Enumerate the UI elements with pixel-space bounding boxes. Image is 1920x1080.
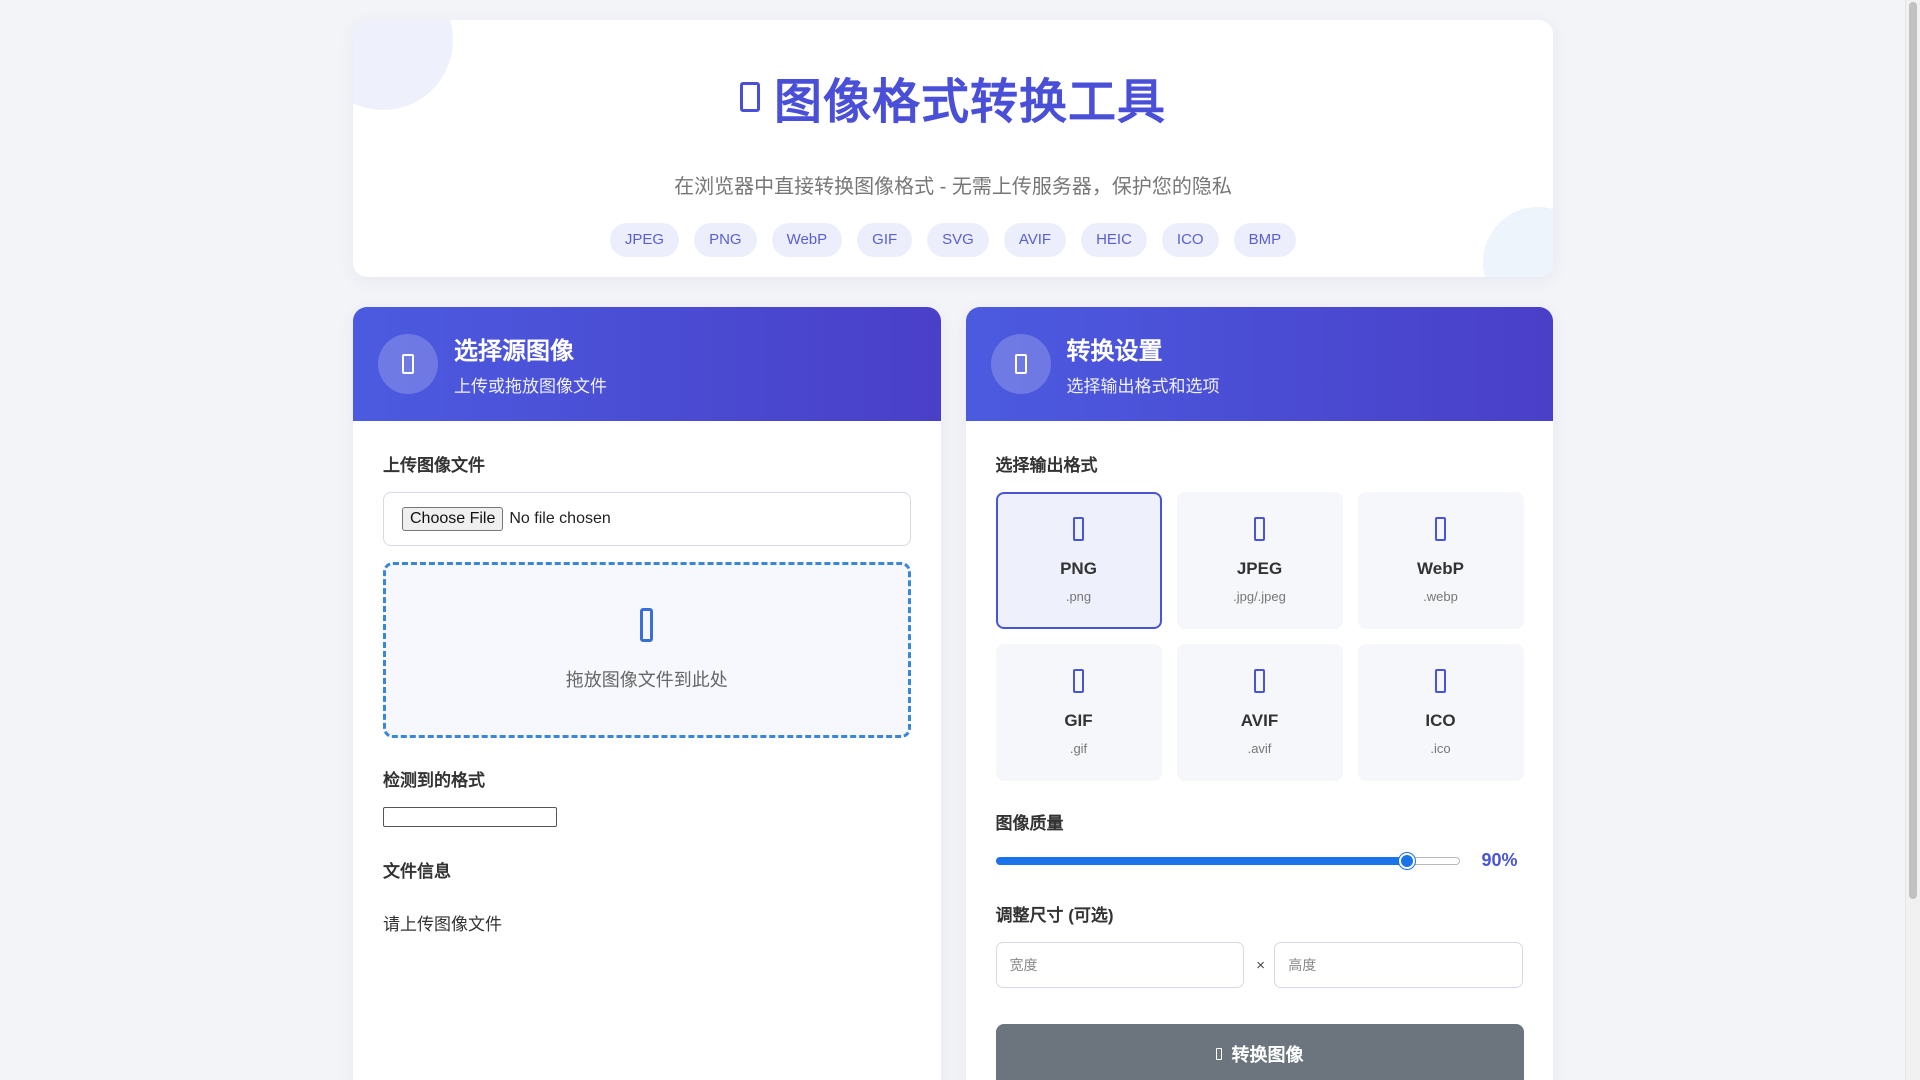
format-extension: .ico: [1430, 741, 1451, 756]
settings-icon: [990, 334, 1051, 394]
file-input[interactable]: Choose File No file chosen: [383, 492, 911, 546]
detected-format-value: [383, 807, 557, 827]
file-image-icon: [1254, 669, 1265, 693]
source-panel-title: 选择源图像: [454, 338, 574, 365]
format-badge-jpeg: JPEG: [609, 223, 680, 257]
settings-panel-header: 转换设置 选择输出格式和选项: [965, 307, 1553, 421]
format-badge-ico: ICO: [1161, 223, 1219, 257]
format-extension: .avif: [1247, 741, 1272, 756]
panels: 选择源图像 上传或拖放图像文件 上传图像文件 Choose File No fi…: [353, 307, 1553, 1080]
file-image-icon: [1254, 517, 1265, 541]
format-name: JPEG: [1236, 559, 1283, 578]
quality-label: 图像质量: [995, 814, 1064, 833]
app-container: 图像格式转换工具 在浏览器中直接转换图像格式 - 无需上传服务器，保护您的隐私 …: [353, 20, 1553, 1080]
title-row: 图像格式转换工具: [353, 62, 1553, 132]
format-badge-png: PNG: [694, 223, 757, 257]
file-image-icon: [1435, 669, 1446, 693]
settings-glyph: [1014, 354, 1027, 374]
quality-slider[interactable]: [995, 852, 1460, 869]
resize-label: 调整尺寸 (可选): [995, 906, 1114, 925]
format-option-jpeg[interactable]: JPEG .jpg/.jpeg: [1176, 492, 1343, 629]
settings-panel-subtitle: 选择输出格式和选项: [1066, 377, 1220, 396]
source-panel-header: 选择源图像 上传或拖放图像文件: [353, 307, 941, 421]
width-input[interactable]: [995, 942, 1245, 988]
format-option-avif[interactable]: AVIF .avif: [1176, 644, 1343, 781]
upload-label: 上传图像文件: [383, 456, 485, 475]
scrollbar-thumb[interactable]: [1909, 2, 1917, 899]
format-badge-heic: HEIC: [1081, 223, 1147, 257]
page-scrollbar[interactable]: [1905, 0, 1920, 1080]
source-panel-body: 上传图像文件 Choose File No file chosen 拖放图像文件…: [353, 421, 941, 935]
format-extension: .png: [1065, 589, 1092, 604]
quality-row: 90%: [995, 850, 1524, 871]
format-extension: .jpg/.jpeg: [1233, 589, 1286, 604]
page-subtitle: 在浏览器中直接转换图像格式 - 无需上传服务器，保护您的隐私: [674, 176, 1232, 198]
format-badge-svg: SVG: [927, 223, 989, 257]
format-badge-gif: GIF: [857, 223, 913, 257]
detected-format-label: 检测到的格式: [383, 771, 485, 790]
resize-row: ×: [995, 942, 1523, 988]
upload-icon: [378, 334, 438, 394]
format-badge-avif: AVIF: [1003, 223, 1067, 257]
sync-icon: [1215, 1048, 1222, 1060]
quality-value: 90%: [1481, 850, 1518, 870]
times-symbol: ×: [1256, 956, 1266, 974]
source-panel: 选择源图像 上传或拖放图像文件 上传图像文件 Choose File No fi…: [353, 307, 941, 1080]
file-image-icon: [1073, 669, 1084, 693]
image-icon: [739, 82, 760, 112]
format-name: GIF: [1064, 711, 1093, 730]
format-name: PNG: [1060, 559, 1097, 578]
file-info-label: 文件信息: [383, 862, 451, 881]
format-option-ico[interactable]: ICO .ico: [1357, 644, 1524, 781]
settings-panel-body: 选择输出格式 PNG .png JPEG .jpg/.jpeg WebP .we…: [966, 421, 1554, 1080]
supported-formats-badges: JPEG PNG WebP GIF SVG AVIF HEIC ICO BMP: [353, 223, 1553, 257]
drop-zone-text: 拖放图像文件到此处: [565, 670, 728, 690]
convert-button-label: 转换图像: [1231, 1045, 1304, 1065]
page-title: 图像格式转换工具: [773, 76, 1166, 129]
no-file-text: No file chosen: [509, 510, 611, 527]
cloud-upload-icon: [640, 608, 654, 642]
source-panel-subtitle: 上传或拖放图像文件: [454, 377, 607, 396]
format-name: AVIF: [1240, 711, 1279, 730]
settings-panel: 转换设置 选择输出格式和选项 选择输出格式 PNG .png JPEG .jpg…: [965, 307, 1554, 1080]
upload-glyph: [402, 354, 414, 374]
format-extension: .webp: [1423, 589, 1458, 604]
format-option-webp[interactable]: WebP .webp: [1357, 492, 1524, 629]
format-grid: PNG .png JPEG .jpg/.jpeg WebP .webp GIF …: [995, 492, 1524, 781]
height-input[interactable]: [1274, 942, 1523, 988]
settings-panel-title: 转换设置: [1066, 338, 1163, 365]
format-name: ICO: [1425, 711, 1456, 730]
file-image-icon: [1073, 517, 1084, 541]
slider-thumb[interactable]: [1398, 852, 1415, 869]
slider-fill: [995, 856, 1407, 865]
format-extension: .gif: [1069, 741, 1088, 756]
drop-zone[interactable]: 拖放图像文件到此处: [383, 562, 911, 738]
choose-file-button[interactable]: Choose File: [402, 507, 504, 531]
settings-panel-heading: 转换设置 选择输出格式和选项: [1067, 331, 1220, 397]
source-panel-heading: 选择源图像 上传或拖放图像文件: [454, 331, 607, 397]
format-option-png[interactable]: PNG .png: [995, 492, 1162, 629]
header-card: 图像格式转换工具 在浏览器中直接转换图像格式 - 无需上传服务器，保护您的隐私 …: [353, 20, 1553, 277]
file-image-icon: [1435, 517, 1446, 541]
convert-button[interactable]: 转换图像: [995, 1024, 1524, 1080]
format-badge-webp: WebP: [771, 223, 843, 257]
file-info-text: 请上传图像文件: [383, 915, 502, 934]
output-format-label: 选择输出格式: [995, 456, 1098, 475]
format-badge-bmp: BMP: [1233, 223, 1297, 257]
format-name: WebP: [1417, 559, 1464, 578]
format-option-gif[interactable]: GIF .gif: [995, 644, 1162, 781]
